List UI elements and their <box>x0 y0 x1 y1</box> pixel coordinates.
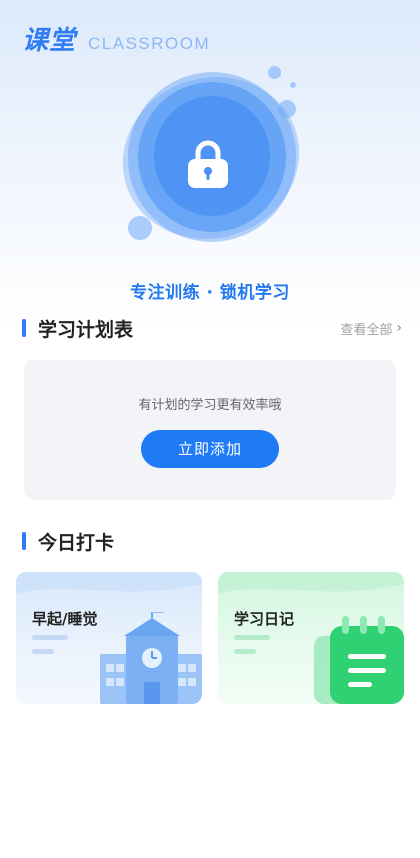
hero-slogan: 专注训练 · 锁机学习 <box>130 283 290 303</box>
plan-empty-card: 有计划的学习更有效率哦 立即添加 <box>24 360 396 500</box>
placeholder-line <box>32 635 68 640</box>
add-plan-button[interactable]: 立即添加 <box>141 430 279 468</box>
hero-bubble <box>278 100 296 118</box>
hero-bubble <box>290 82 296 88</box>
hero-bubble <box>128 216 152 240</box>
placeholder-line <box>234 635 270 640</box>
plan-section-title: 学习计划表 <box>38 318 134 341</box>
school-building-icon <box>100 612 202 704</box>
section-accent-bar <box>22 532 26 550</box>
checkin-card-wake-sleep[interactable]: 早起/睡觉 <box>16 572 202 704</box>
checkin-card-label: 早起/睡觉 <box>32 610 98 628</box>
placeholder-line <box>32 649 54 654</box>
hero-bubble <box>268 66 281 79</box>
checkin-section-header: 今日打卡 <box>22 528 402 554</box>
checkin-card-study-diary[interactable]: 学习日记 <box>218 572 404 704</box>
plan-section-header: 学习计划表 查看全部 › <box>22 315 402 341</box>
card-wave-decoration <box>218 572 404 594</box>
view-all-link[interactable]: 查看全部 › <box>340 319 402 338</box>
checkin-card-label: 学习日记 <box>234 610 295 628</box>
app-header: 课堂 CLASSROOM <box>22 20 210 57</box>
focus-lock-hero[interactable] <box>101 46 322 268</box>
section-accent-bar <box>22 319 26 337</box>
brand-subtitle: CLASSROOM <box>88 34 211 53</box>
chevron-right-icon: › <box>396 320 402 336</box>
checkin-section-title: 今日打卡 <box>38 531 115 554</box>
card-wave-decoration <box>16 572 202 594</box>
placeholder-line <box>234 649 256 654</box>
lock-icon <box>186 138 230 190</box>
plan-empty-hint: 有计划的学习更有效率哦 <box>138 398 282 413</box>
brand-title: 课堂 <box>22 26 77 56</box>
view-all-label: 查看全部 <box>340 322 393 338</box>
notebook-icon <box>314 616 404 704</box>
